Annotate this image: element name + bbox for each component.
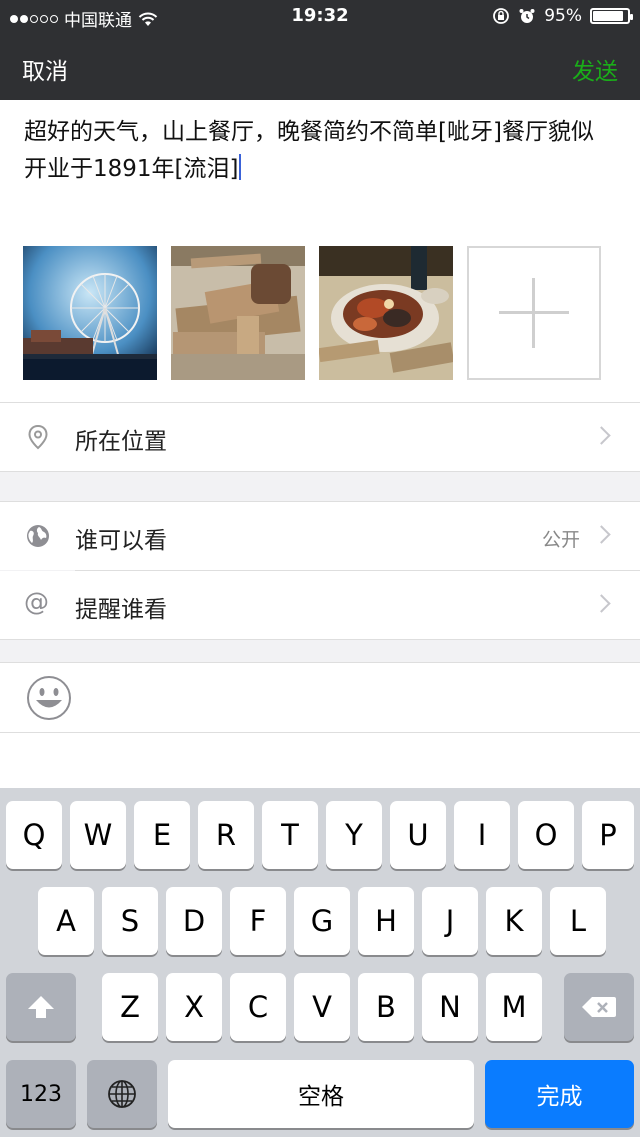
key-e[interactable]: E bbox=[134, 801, 190, 869]
key-b[interactable]: B bbox=[358, 973, 414, 1041]
chevron-right-icon bbox=[592, 594, 611, 613]
battery-icon bbox=[590, 8, 633, 24]
key-f[interactable]: F bbox=[230, 887, 286, 955]
key-s[interactable]: S bbox=[102, 887, 158, 955]
battery-percent: 95% bbox=[544, 6, 582, 26]
cancel-button[interactable]: 取消 bbox=[22, 52, 68, 86]
add-photo-button[interactable] bbox=[467, 246, 601, 380]
battery-fill bbox=[593, 11, 624, 21]
visibility-value: 公开 bbox=[541, 529, 580, 551]
status-bar: 中国联通 19:32 95% bbox=[0, 0, 640, 34]
key-r[interactable]: R bbox=[198, 801, 254, 869]
alarm-icon bbox=[519, 9, 535, 23]
text-cursor bbox=[239, 154, 242, 180]
mention-label: 提醒谁看 bbox=[75, 597, 167, 623]
divider bbox=[0, 471, 640, 472]
globe-icon bbox=[27, 525, 49, 547]
post-text-content: 超好的天气，山上餐厅，晚餐简约不简单[呲牙]餐厅貌似开业于1891年[流泪] bbox=[24, 119, 594, 182]
key-v[interactable]: V bbox=[294, 973, 350, 1041]
key-g[interactable]: G bbox=[294, 887, 350, 955]
key-o[interactable]: O bbox=[518, 801, 574, 869]
language-switch-key[interactable] bbox=[87, 1060, 157, 1128]
key-a[interactable]: A bbox=[38, 887, 94, 955]
divider bbox=[0, 639, 640, 640]
ferris-wheel-photo[interactable] bbox=[23, 246, 157, 380]
location-row[interactable]: 所在位置 bbox=[0, 403, 640, 471]
key-i[interactable]: I bbox=[454, 801, 510, 869]
key-y[interactable]: Y bbox=[326, 801, 382, 869]
wooden-platters-photo[interactable] bbox=[171, 246, 305, 380]
key-n[interactable]: N bbox=[422, 973, 478, 1041]
location-pin-icon bbox=[28, 424, 48, 450]
send-button[interactable]: 发送 bbox=[572, 52, 618, 86]
chevron-right-icon bbox=[592, 525, 611, 544]
numbers-key[interactable]: 123 bbox=[6, 1060, 76, 1128]
globe-key-icon bbox=[108, 1080, 136, 1108]
navigation-bar: 取消 发送 bbox=[0, 34, 640, 100]
key-x[interactable]: X bbox=[166, 973, 222, 1041]
backspace-key[interactable] bbox=[564, 973, 634, 1041]
location-label: 所在位置 bbox=[75, 429, 167, 455]
compose-area: 超好的天气，山上餐厅，晚餐简约不简单[呲牙]餐厅貌似开业于1891年[流泪] bbox=[0, 100, 640, 402]
key-t[interactable]: T bbox=[262, 801, 318, 869]
key-u[interactable]: U bbox=[390, 801, 446, 869]
key-q[interactable]: Q bbox=[6, 801, 62, 869]
key-k[interactable]: K bbox=[486, 887, 542, 955]
key-j[interactable]: J bbox=[422, 887, 478, 955]
key-c[interactable]: C bbox=[230, 973, 286, 1041]
chevron-right-icon bbox=[592, 426, 611, 445]
visibility-label: 谁可以看 bbox=[75, 528, 167, 554]
done-key[interactable]: 完成 bbox=[485, 1060, 634, 1128]
rotation-lock-icon bbox=[493, 8, 510, 24]
emoji-bar bbox=[0, 663, 640, 733]
key-z[interactable]: Z bbox=[102, 973, 158, 1041]
key-h[interactable]: H bbox=[358, 887, 414, 955]
emoji-smiley-icon[interactable] bbox=[26, 675, 72, 721]
key-w[interactable]: W bbox=[70, 801, 126, 869]
space-key[interactable]: 空格 bbox=[168, 1060, 474, 1128]
at-sign-icon: @ bbox=[24, 587, 49, 616]
mention-row[interactable]: @ 提醒谁看 bbox=[0, 571, 640, 639]
post-text-input[interactable]: 超好的天气，山上餐厅，晚餐简约不简单[呲牙]餐厅貌似开业于1891年[流泪] bbox=[24, 114, 614, 188]
empty-area bbox=[0, 733, 640, 788]
backspace-icon bbox=[582, 997, 616, 1017]
key-p[interactable]: P bbox=[582, 801, 634, 869]
photo-strip bbox=[23, 246, 601, 380]
key-l[interactable]: L bbox=[550, 887, 606, 955]
key-d[interactable]: D bbox=[166, 887, 222, 955]
shift-arrow-icon bbox=[28, 996, 54, 1018]
visibility-row[interactable]: 谁可以看 公开 bbox=[0, 502, 640, 570]
seafood-dish-photo[interactable] bbox=[319, 246, 453, 380]
shift-key[interactable] bbox=[6, 973, 76, 1041]
key-m[interactable]: M bbox=[486, 973, 542, 1041]
keyboard: Q W E R T Y U I O P A S D F G H J K L Z … bbox=[0, 788, 640, 1137]
